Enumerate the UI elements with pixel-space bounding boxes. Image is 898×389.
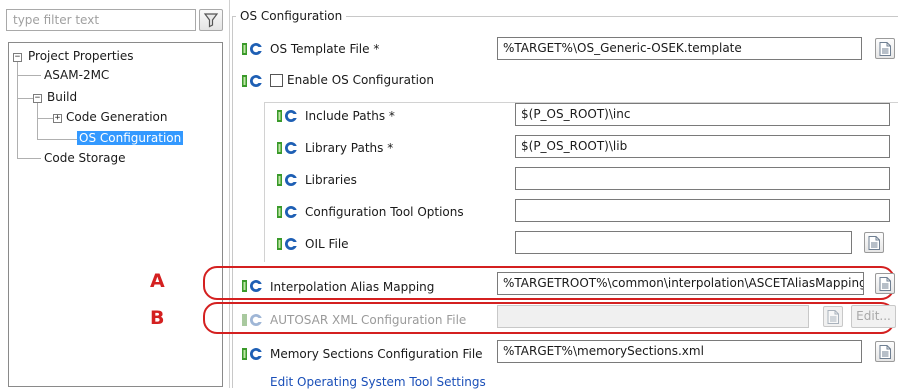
file-icon bbox=[879, 345, 891, 359]
libraries-label: Libraries bbox=[305, 173, 357, 187]
tree-item-code-storage[interactable]: Code Storage bbox=[44, 151, 126, 165]
tree-line bbox=[17, 62, 18, 158]
include-paths-field[interactable]: $(P_OS_ROOT)\inc bbox=[515, 103, 890, 126]
config-param-icon bbox=[277, 109, 299, 123]
expand-icon[interactable]: + bbox=[53, 114, 62, 123]
autosar-xml-field bbox=[497, 305, 809, 328]
group-title: OS Configuration bbox=[236, 9, 347, 23]
library-paths-field[interactable]: $(P_OS_ROOT)\lib bbox=[515, 135, 890, 158]
config-param-icon bbox=[242, 347, 264, 361]
config-tool-options-label: Configuration Tool Options bbox=[305, 205, 464, 219]
config-param-icon bbox=[242, 279, 264, 293]
interpolation-alias-browse-button[interactable] bbox=[875, 273, 895, 294]
marker-a: A bbox=[150, 270, 165, 292]
os-template-browse-button[interactable] bbox=[875, 38, 895, 59]
property-tree: − Project Properties ASAM-2MC − Build + … bbox=[8, 42, 223, 387]
file-icon bbox=[868, 236, 880, 250]
marker-b: B bbox=[150, 307, 165, 329]
oil-file-label: OIL File bbox=[305, 237, 349, 251]
file-icon bbox=[879, 42, 891, 56]
oil-file-browse-button[interactable] bbox=[864, 232, 884, 253]
collapse-icon[interactable]: − bbox=[33, 94, 42, 103]
tree-line bbox=[17, 158, 41, 159]
autosar-xml-label: AUTOSAR XML Configuration File bbox=[270, 313, 467, 327]
config-tool-options-field[interactable] bbox=[515, 199, 890, 222]
library-paths-label: Library Paths * bbox=[305, 141, 394, 155]
filter-input[interactable] bbox=[6, 9, 196, 31]
config-param-icon bbox=[277, 237, 299, 251]
enable-os-label: Enable OS Configuration bbox=[287, 73, 434, 87]
tree-item-code-generation[interactable]: Code Generation bbox=[66, 110, 167, 124]
edit-os-tool-settings-link[interactable]: Edit Operating System Tool Settings bbox=[270, 375, 486, 389]
config-param-icon bbox=[277, 205, 299, 219]
config-param-icon bbox=[277, 173, 299, 187]
memory-sections-browse-button[interactable] bbox=[875, 341, 895, 362]
interpolation-alias-field[interactable]: %TARGETROOT%\common\interpolation\ASCETA… bbox=[497, 272, 864, 295]
tree-item-project-properties[interactable]: Project Properties bbox=[28, 49, 134, 63]
tree-line bbox=[37, 118, 53, 119]
file-icon bbox=[879, 277, 891, 291]
tree-line bbox=[17, 98, 33, 99]
interpolation-alias-label: Interpolation Alias Mapping bbox=[270, 280, 435, 294]
config-param-icon bbox=[277, 141, 299, 155]
tree-item-asam-2mc[interactable]: ASAM-2MC bbox=[44, 68, 109, 82]
autosar-xml-browse-button bbox=[823, 306, 843, 327]
oil-file-field[interactable] bbox=[515, 231, 852, 254]
filter-funnel-icon bbox=[203, 13, 219, 28]
os-template-label: OS Template File * bbox=[270, 42, 380, 56]
autosar-edit-button: Edit... bbox=[851, 305, 896, 328]
libraries-field[interactable] bbox=[515, 167, 890, 190]
tree-line bbox=[37, 139, 77, 140]
filter-clear-button[interactable] bbox=[199, 9, 223, 31]
tree-line bbox=[37, 103, 38, 139]
collapse-icon[interactable]: − bbox=[13, 53, 22, 62]
include-paths-label: Include Paths * bbox=[305, 109, 395, 123]
config-param-icon bbox=[242, 74, 264, 88]
tree-item-os-configuration: OS Configuration bbox=[77, 131, 184, 145]
file-icon bbox=[827, 310, 839, 324]
tree-item-build[interactable]: Build bbox=[47, 90, 77, 104]
memory-sections-label: Memory Sections Configuration File bbox=[270, 347, 483, 361]
config-param-icon bbox=[242, 42, 264, 56]
tree-line bbox=[17, 75, 41, 76]
os-template-field[interactable]: %TARGET%\OS_Generic-OSEK.template bbox=[497, 37, 862, 60]
enable-os-checkbox[interactable] bbox=[270, 74, 283, 87]
config-param-icon bbox=[242, 313, 264, 327]
tree-item-os-configuration-label[interactable]: OS Configuration bbox=[77, 131, 184, 145]
memory-sections-field[interactable]: %TARGET%\memorySections.xml bbox=[497, 340, 862, 363]
